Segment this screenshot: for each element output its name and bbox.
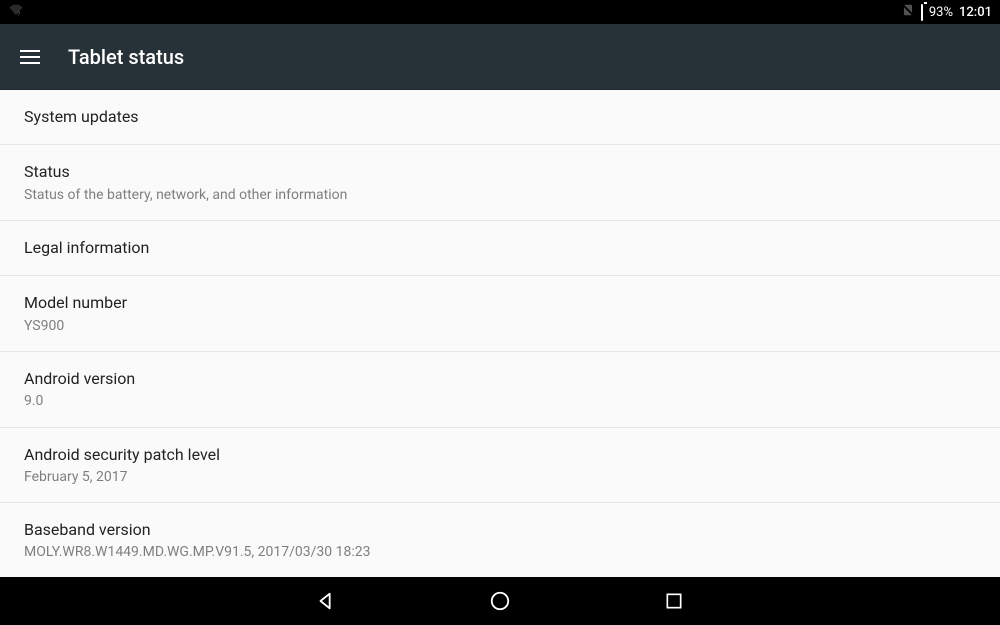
no-sim-icon xyxy=(901,3,915,21)
item-subtitle: Status of the battery, network, and othe… xyxy=(24,186,976,204)
item-title: Legal information xyxy=(24,237,976,259)
item-title: Android version xyxy=(24,368,976,390)
settings-list: System updates Status Status of the batt… xyxy=(0,90,1000,577)
item-title: Status xyxy=(24,161,976,183)
svg-text:?: ? xyxy=(17,11,20,18)
recent-apps-button[interactable] xyxy=(662,589,686,613)
back-button[interactable] xyxy=(314,589,338,613)
item-title: System updates xyxy=(24,106,976,128)
battery-icon xyxy=(921,5,923,20)
item-status[interactable]: Status Status of the battery, network, a… xyxy=(0,145,1000,221)
item-title: Model number xyxy=(24,292,976,314)
app-bar: Tablet status xyxy=(0,24,1000,90)
navigation-bar xyxy=(0,577,1000,625)
clock: 12:01 xyxy=(959,5,992,20)
item-system-updates[interactable]: System updates xyxy=(0,90,1000,145)
item-title: Baseband version xyxy=(24,519,976,541)
item-subtitle: February 5, 2017 xyxy=(24,468,976,486)
wifi-icon: ? xyxy=(8,2,24,22)
item-model-number[interactable]: Model number YS900 xyxy=(0,276,1000,352)
item-subtitle: MOLY.WR8.W1449.MD.WG.MP.V91.5, 2017/03/3… xyxy=(24,543,976,561)
item-security-patch[interactable]: Android security patch level February 5,… xyxy=(0,428,1000,504)
item-baseband-version[interactable]: Baseband version MOLY.WR8.W1449.MD.WG.MP… xyxy=(0,503,1000,577)
item-android-version[interactable]: Android version 9.0 xyxy=(0,352,1000,428)
status-bar: ? 93% 12:01 xyxy=(0,0,1000,24)
item-title: Android security patch level xyxy=(24,444,976,466)
item-subtitle: 9.0 xyxy=(24,392,976,410)
battery-percent: 93% xyxy=(929,5,953,20)
item-legal-information[interactable]: Legal information xyxy=(0,221,1000,276)
menu-icon[interactable] xyxy=(20,50,40,64)
home-button[interactable] xyxy=(488,589,512,613)
item-subtitle: YS900 xyxy=(24,317,976,335)
page-title: Tablet status xyxy=(68,45,184,69)
